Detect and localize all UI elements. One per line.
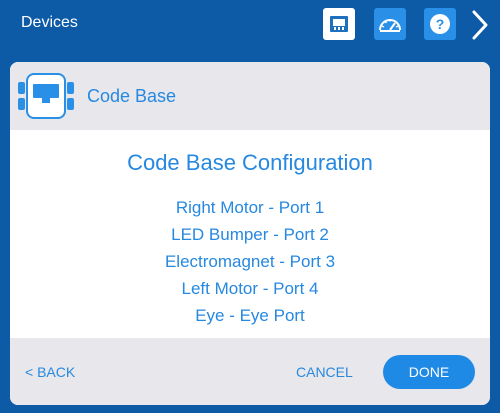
cancel-button[interactable]: CANCEL [296,364,353,380]
device-name: Code Base [87,86,177,106]
next-button[interactable] [468,8,492,42]
app-title: Devices [21,14,78,31]
configuration-item: Right Motor - Port 1 [175,198,325,217]
action-bar: < BACK CANCEL DONE [10,338,490,405]
configuration-title: Code Base Configuration [127,150,373,175]
configuration-item: Eye - Eye Port [195,306,305,325]
configuration-item: LED Bumper - Port 2 [171,225,329,244]
configuration-item: Electromagnet - Port 3 [164,252,336,271]
svg-text:?: ? [436,16,445,32]
configuration-item: Left Motor - Port 4 [181,279,319,298]
dashboard-icon [379,19,401,32]
top-bar: Devices ? [0,0,500,54]
dashboard-button[interactable] [374,8,406,40]
ports-icon [330,16,348,32]
device-header: Code Base [10,62,490,130]
help-icon: ? [430,14,450,34]
configuration-section: Code Base Configuration Right Motor - Po… [10,130,490,338]
configuration-list: Right Motor - Port 1 LED Bumper - Port 2… [10,194,490,329]
chevron-right-icon [472,10,488,40]
ports-button[interactable] [323,8,355,40]
back-button[interactable]: < BACK [25,364,75,380]
code-base-brain-icon [18,72,74,120]
device-panel: Code Base Code Base Configuration Right … [10,62,490,405]
done-button[interactable]: DONE [383,355,475,389]
help-button[interactable]: ? [424,8,456,40]
